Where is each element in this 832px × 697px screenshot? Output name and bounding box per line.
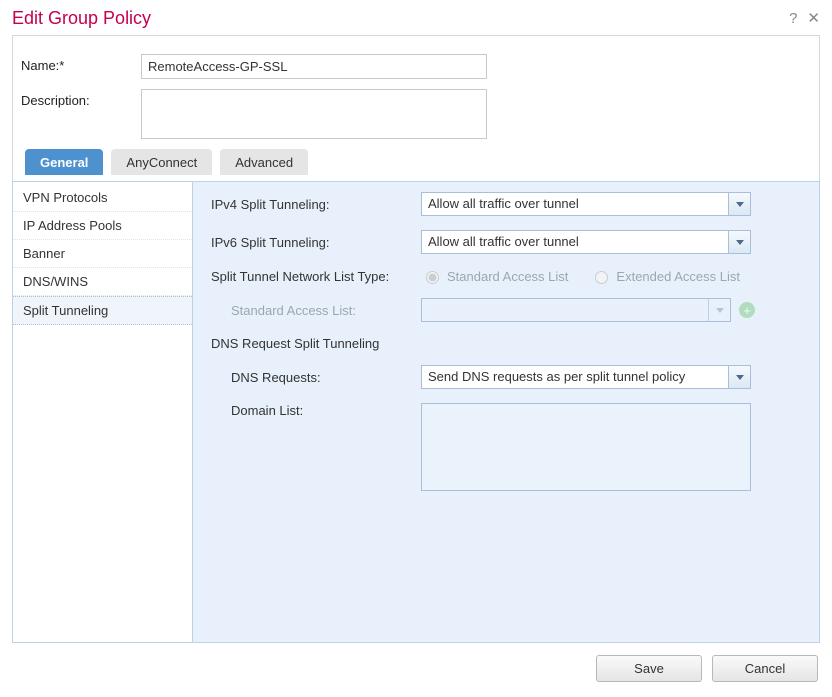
add-icon[interactable]: + <box>739 302 755 318</box>
form-header: Name:* Description: General AnyConnect A… <box>12 35 820 181</box>
sidebar: VPN Protocols IP Address Pools Banner DN… <box>13 182 193 642</box>
titlebar: Edit Group Policy ? ✕ <box>12 8 820 35</box>
ipv6-split-tunneling-label: IPv6 Split Tunneling: <box>211 235 421 250</box>
content-split-tunneling: IPv4 Split Tunneling: Allow all traffic … <box>193 182 819 642</box>
radio-extended-input[interactable] <box>595 271 608 284</box>
radio-standard-input[interactable] <box>426 271 439 284</box>
domain-list-textarea[interactable] <box>421 403 751 491</box>
ipv6-split-tunneling-value: Allow all traffic over tunnel <box>422 231 728 253</box>
save-button[interactable]: Save <box>596 655 702 682</box>
dialog-title: Edit Group Policy <box>12 8 151 29</box>
chevron-down-icon <box>728 366 750 388</box>
name-input[interactable] <box>141 54 487 79</box>
dialog-button-bar: Save Cancel <box>12 643 820 682</box>
standard-access-list-value <box>422 299 708 321</box>
dns-requests-label: DNS Requests: <box>211 370 421 385</box>
description-label: Description: <box>21 89 141 108</box>
tab-anyconnect[interactable]: AnyConnect <box>111 149 212 175</box>
titlebar-controls: ? ✕ <box>789 11 820 26</box>
description-textarea[interactable] <box>141 89 487 139</box>
cancel-button[interactable]: Cancel <box>712 655 818 682</box>
sidebar-item-dns-wins[interactable]: DNS/WINS <box>13 268 192 296</box>
edit-group-policy-dialog: Edit Group Policy ? ✕ Name:* Description… <box>0 0 832 692</box>
sidebar-item-banner[interactable]: Banner <box>13 240 192 268</box>
ipv6-split-tunneling-select[interactable]: Allow all traffic over tunnel <box>421 230 751 254</box>
chevron-down-icon <box>708 299 730 321</box>
help-icon[interactable]: ? <box>789 11 797 26</box>
close-icon[interactable]: ✕ <box>807 11 820 26</box>
dns-request-heading: DNS Request Split Tunneling <box>211 336 801 351</box>
tab-strip: General AnyConnect Advanced <box>21 149 811 175</box>
standard-access-list-label: Standard Access List: <box>211 303 421 318</box>
ipv4-split-tunneling-select[interactable]: Allow all traffic over tunnel <box>421 192 751 216</box>
standard-access-list-select <box>421 298 731 322</box>
network-list-type-radios: Standard Access List Extended Access Lis… <box>421 268 740 284</box>
radio-extended-label: Extended Access List <box>616 269 740 284</box>
radio-extended-access-list[interactable]: Extended Access List <box>590 268 740 284</box>
radio-standard-access-list[interactable]: Standard Access List <box>421 268 568 284</box>
dns-requests-value: Send DNS requests as per split tunnel po… <box>422 366 728 388</box>
chevron-down-icon <box>728 193 750 215</box>
ipv4-split-tunneling-value: Allow all traffic over tunnel <box>422 193 728 215</box>
sidebar-item-ip-address-pools[interactable]: IP Address Pools <box>13 212 192 240</box>
sidebar-item-vpn-protocols[interactable]: VPN Protocols <box>13 184 192 212</box>
tab-advanced[interactable]: Advanced <box>220 149 308 175</box>
name-label: Name:* <box>21 54 141 73</box>
domain-list-label: Domain List: <box>211 403 421 418</box>
ipv4-split-tunneling-label: IPv4 Split Tunneling: <box>211 197 421 212</box>
sidebar-item-split-tunneling[interactable]: Split Tunneling <box>13 296 192 325</box>
radio-standard-label: Standard Access List <box>447 269 568 284</box>
chevron-down-icon <box>728 231 750 253</box>
network-list-type-label: Split Tunnel Network List Type: <box>211 269 421 284</box>
tab-body: VPN Protocols IP Address Pools Banner DN… <box>12 181 820 643</box>
dns-requests-select[interactable]: Send DNS requests as per split tunnel po… <box>421 365 751 389</box>
tab-general[interactable]: General <box>25 149 103 175</box>
